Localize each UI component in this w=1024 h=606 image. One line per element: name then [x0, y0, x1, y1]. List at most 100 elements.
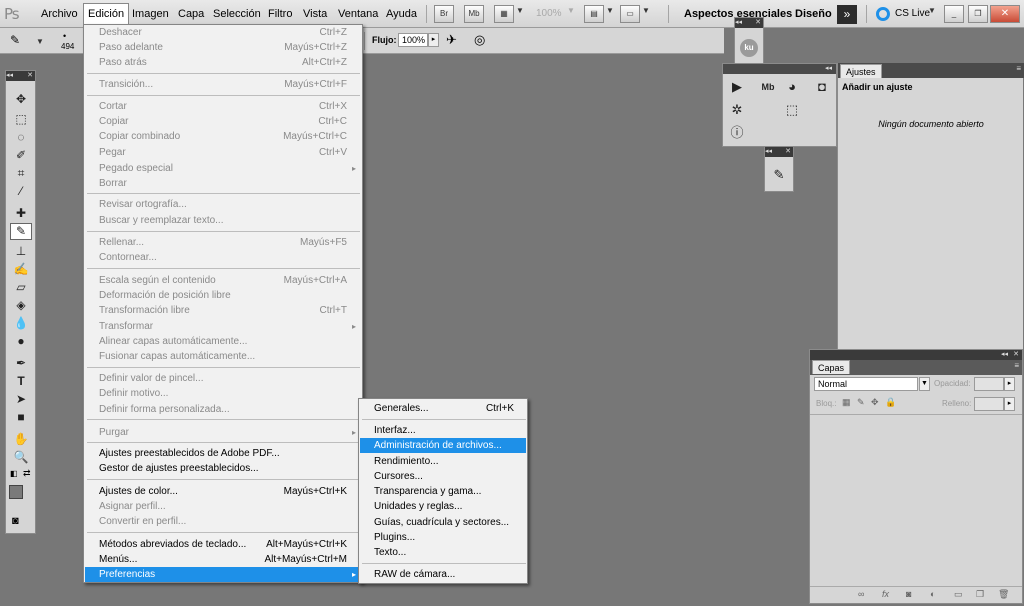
menu-item-revisar-ortografia[interactable]: Revisar ortografía...	[85, 197, 361, 212]
menu-item-ajustes-pdf[interactable]: Ajustes preestablecidos de Adobe PDF...	[85, 446, 361, 461]
info-icon[interactable]: ⓘ	[726, 122, 748, 144]
panel-menu-icon[interactable]: ≡	[1016, 64, 1021, 73]
opacity-arrow[interactable]: ▸	[1004, 377, 1015, 391]
menu-vista[interactable]: Vista	[299, 3, 331, 25]
menu-ventana[interactable]: Ventana	[334, 3, 382, 25]
transform-icon[interactable]: ⬚	[781, 99, 803, 121]
chevron-down-icon[interactable]: ▼	[919, 377, 930, 391]
mini-bridge-icon[interactable]: Mb	[757, 76, 779, 98]
3d-icon[interactable]: ◕	[781, 76, 803, 98]
collapse-icon[interactable]: ◂◂	[1001, 350, 1008, 360]
new-group-icon[interactable]: ▭	[954, 589, 963, 600]
workspace-design[interactable]: Diseño	[795, 8, 832, 20]
swap-colors-icon[interactable]: ⇄	[23, 468, 31, 479]
foreground-color-swatch[interactable]	[9, 485, 23, 499]
add-mask-icon[interactable]: ◙	[906, 589, 911, 599]
menu-item-purgar[interactable]: Purgar ▸	[85, 425, 361, 440]
submenu-item-generales[interactable]: Generales... Ctrl+K	[360, 401, 526, 416]
menu-imagen[interactable]: Imagen	[128, 3, 173, 25]
mini-bridge-button[interactable]: Mb	[464, 5, 484, 23]
menu-item-definir-pincel[interactable]: Definir valor de pincel...	[85, 371, 361, 386]
clone-stamp-tool-icon[interactable]: ⊥	[10, 243, 32, 260]
menu-item-fusionar-capas[interactable]: Fusionar capas automáticamente...	[85, 349, 361, 364]
menu-item-gestor-ajustes[interactable]: Gestor de ajustes preestablecidos...	[85, 461, 361, 476]
dock-header[interactable]: ◂◂	[723, 64, 836, 74]
blur-tool-icon[interactable]: 💧	[10, 315, 32, 332]
menu-item-pegado-especial[interactable]: Pegado especial ▸	[85, 161, 361, 176]
shape-tool-icon[interactable]: ■	[10, 409, 32, 426]
layers-panel-titlebar[interactable]: ◂◂ ✕	[810, 350, 1022, 360]
healing-brush-tool-icon[interactable]: ✚	[10, 205, 32, 222]
zoom-tool-icon[interactable]: 🔍	[10, 449, 32, 466]
menu-edicion[interactable]: Edición	[83, 3, 130, 25]
fill-arrow[interactable]: ▸	[1004, 397, 1015, 411]
masks-icon[interactable]: ◘	[811, 76, 833, 98]
menu-item-buscar-reemplazar[interactable]: Buscar y reemplazar texto...	[85, 213, 361, 228]
menu-capa[interactable]: Capa	[174, 3, 208, 25]
submenu-item-raw-camara[interactable]: RAW de cámara...	[360, 567, 526, 582]
flujo-input[interactable]: 100%	[398, 33, 428, 47]
menu-item-rellenar[interactable]: Rellenar... Mayús+F5	[85, 235, 361, 250]
flujo-dropdown-arrow[interactable]: ▸	[428, 33, 439, 47]
fill-input[interactable]	[974, 397, 1004, 411]
tab-capas[interactable]: Capas	[812, 360, 851, 374]
submenu-item-guias[interactable]: Guías, cuadrícula y sectores...	[360, 515, 526, 530]
mini-panel-header[interactable]: ◂◂ ✕	[735, 18, 763, 28]
menu-item-transformar[interactable]: Transformar ▸	[85, 319, 361, 334]
menu-item-cortar[interactable]: Cortar Ctrl+X	[85, 99, 361, 114]
restore-button[interactable]: ❐	[968, 5, 988, 23]
blend-mode-select[interactable]: Normal	[814, 377, 918, 391]
menu-item-menus[interactable]: Menús... Alt+Mayús+Ctrl+M	[85, 552, 361, 567]
navigator-icon[interactable]: ✲	[726, 99, 748, 121]
submenu-item-plugins[interactable]: Plugins...	[360, 530, 526, 545]
close-icon[interactable]: ✕	[1013, 350, 1019, 360]
kuler-icon[interactable]: ku	[740, 39, 758, 57]
panel-menu-icon[interactable]: ≡	[1014, 361, 1019, 370]
close-icon[interactable]: ✕	[27, 71, 33, 81]
menu-item-paso-atras[interactable]: Paso atrás Alt+Ctrl+Z	[85, 55, 361, 70]
submenu-item-rendimiento[interactable]: Rendimiento...	[360, 454, 526, 469]
close-icon[interactable]: ✕	[755, 18, 761, 28]
quick-mask-icon[interactable]: ◙	[12, 515, 19, 527]
brush-tool-icon[interactable]: ✎	[10, 223, 32, 240]
workspace-more-icon[interactable]: »	[837, 5, 857, 24]
type-tool-icon[interactable]: T	[10, 373, 32, 390]
pen-tool-icon[interactable]: ✒	[10, 355, 32, 372]
menu-item-metodos-abreviados[interactable]: Métodos abreviados de teclado... Alt+Mayú…	[85, 537, 361, 552]
menu-item-definir-motivo[interactable]: Definir motivo...	[85, 386, 361, 401]
tools-panel-header[interactable]: ◂◂ ✕	[6, 71, 35, 81]
pressure-icon[interactable]: ◎	[474, 32, 485, 48]
brush-presets-icon[interactable]: ✎	[768, 164, 790, 186]
move-tool-icon[interactable]: ✥	[10, 91, 32, 108]
submenu-item-administracion-archivos[interactable]: Administración de archivos...	[360, 438, 526, 453]
paint-bucket-tool-icon[interactable]: ◈	[10, 297, 32, 314]
close-icon[interactable]: ✕	[785, 147, 791, 157]
actions-icon[interactable]: ▶	[726, 76, 748, 98]
hand-tool-icon[interactable]: ✋	[10, 431, 32, 448]
eraser-tool-icon[interactable]: ▱	[10, 279, 32, 296]
expand-icon[interactable]: ◂◂	[825, 64, 832, 74]
menu-item-contornear[interactable]: Contornear...	[85, 250, 361, 265]
zoom-level[interactable]: 100%	[536, 8, 562, 19]
layer-style-icon[interactable]: fx	[882, 589, 889, 599]
menu-item-copiar-combinado[interactable]: Copiar combinado Mayús+Ctrl+C	[85, 129, 361, 144]
path-selection-tool-icon[interactable]: ➤	[10, 391, 32, 408]
submenu-item-cursores[interactable]: Cursores...	[360, 469, 526, 484]
adjustment-layer-icon[interactable]: ◐	[930, 589, 935, 599]
menu-item-preferencias[interactable]: Preferencias ▸	[85, 567, 361, 582]
default-colors-icon[interactable]: ◧	[10, 469, 18, 478]
submenu-item-interfaz[interactable]: Interfaz...	[360, 423, 526, 438]
eyedropper-tool-icon[interactable]: ⁄	[10, 183, 32, 200]
menu-item-alinear-capas[interactable]: Alinear capas automáticamente...	[85, 334, 361, 349]
lock-position-icon[interactable]: ✥	[871, 397, 879, 408]
menu-item-deformacion-posicion[interactable]: Deformación de posición libre	[85, 288, 361, 303]
lock-all-icon[interactable]: 🔒	[885, 397, 896, 408]
brush-tool-icon[interactable]: ✎	[10, 33, 20, 47]
collapse-icon[interactable]: ◂◂	[735, 19, 742, 26]
brush-preview-icon[interactable]: •	[63, 31, 66, 41]
collapse-icon[interactable]: ◂◂	[765, 148, 772, 155]
mini-panel-header[interactable]: ◂◂ ✕	[765, 147, 793, 157]
menu-item-convertir-perfil[interactable]: Convertir en perfil...	[85, 514, 361, 529]
submenu-item-texto[interactable]: Texto...	[360, 545, 526, 560]
menu-item-definir-forma[interactable]: Definir forma personalizada...	[85, 402, 361, 417]
